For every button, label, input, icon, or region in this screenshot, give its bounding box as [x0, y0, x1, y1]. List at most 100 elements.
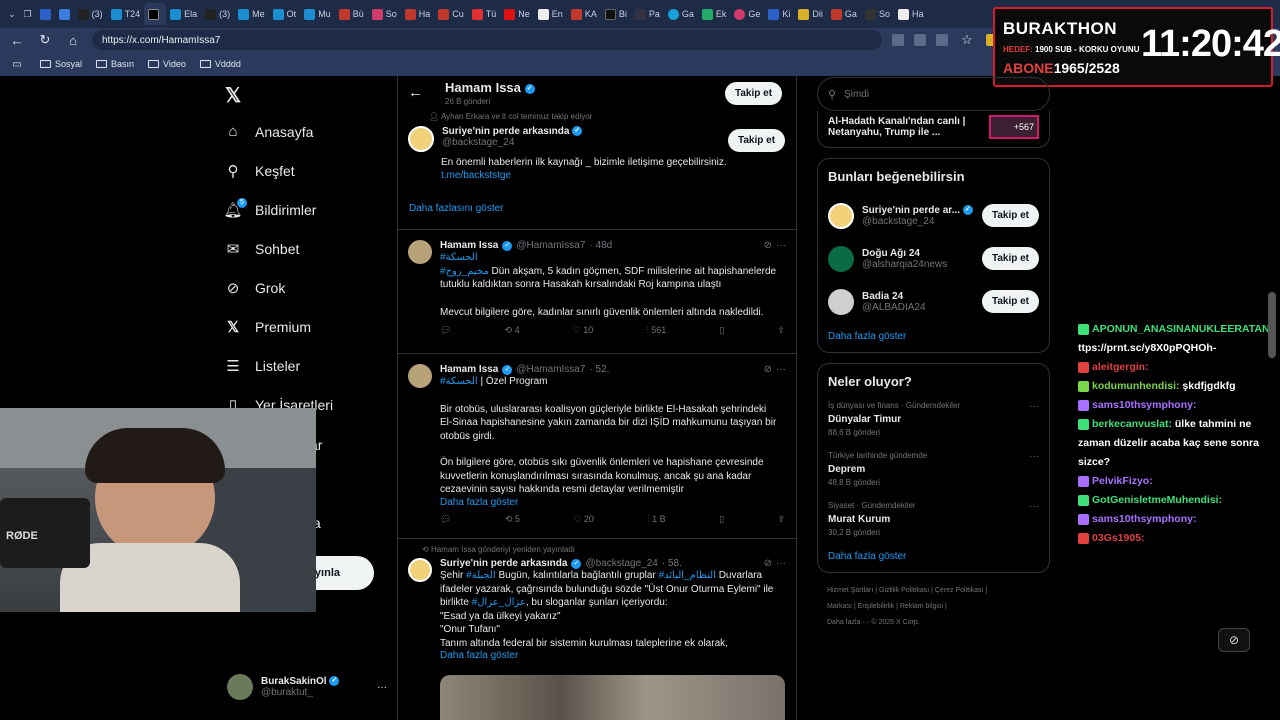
browser-tab[interactable]: KA — [567, 3, 601, 25]
chat-username[interactable]: sams10thsymphony: — [1092, 513, 1196, 525]
like-button[interactable]: ♡ 10 — [573, 325, 594, 336]
live-event[interactable]: Al-Hadath Kanalı'ndan canlı | Netanyahu,… — [817, 111, 1050, 148]
bookmark-star-icon[interactable]: ☆ — [958, 32, 976, 48]
browser-tab-active[interactable] — [144, 3, 167, 25]
nav-premium[interactable]: 𝕏 Premium — [225, 307, 395, 346]
account-switcher[interactable]: BurakSakinOl ✓ @buraktut_ ··· — [227, 672, 387, 702]
chat-username[interactable]: kodumunhendisi: — [1092, 380, 1180, 392]
views-button[interactable]: ⫶ 561 — [646, 325, 666, 336]
chat-username[interactable]: 03Gs1905: — [1092, 532, 1145, 544]
browser-tab[interactable]: Ha — [401, 3, 435, 25]
reply-button[interactable]: 💬︎ — [440, 325, 451, 336]
browser-tab[interactable]: (3) — [74, 3, 107, 25]
hashtag[interactable]: #مخيم_روج — [440, 266, 489, 277]
tweet[interactable]: Hamam Issa ✓ @HamamIssa7 · 52. ⊘ ··· #الح… — [398, 353, 796, 538]
footer-line[interactable]: Daha fazla ··· © 2025 X Corp. — [827, 615, 1040, 631]
tweet[interactable]: Hamam Issa ✓ @HamamIssa7 · 48d ⊘ ··· #الح… — [398, 229, 796, 353]
browser-tab[interactable]: Ela — [166, 3, 201, 25]
follow-button[interactable]: Takip et — [981, 247, 1039, 270]
follow-button[interactable]: Takip et — [981, 290, 1039, 313]
footer-line[interactable]: Markası | Erişilebilirlik | Reklam bilgi… — [827, 599, 1040, 615]
bookmark-icon[interactable]: ▯ — [719, 325, 724, 336]
nav-notifications[interactable]: 🔔︎ 5 Bildirimler — [223, 190, 395, 229]
browser-tab[interactable]: Me — [234, 3, 269, 25]
home-icon[interactable]: ⌂ — [64, 33, 82, 48]
browser-tab[interactable]: Ha — [894, 3, 928, 25]
hashtag[interactable]: #الجبلة — [466, 570, 496, 581]
browser-tab[interactable]: Ot — [269, 3, 301, 25]
nav-grok[interactable]: ⊘ Grok — [225, 268, 395, 307]
url-input[interactable]: https://x.com/HamamIssa7 — [92, 30, 882, 50]
browser-tab[interactable]: (3) — [201, 3, 234, 25]
translate-icon[interactable] — [914, 34, 926, 46]
retweet-button[interactable]: ⟲ 4 — [505, 325, 520, 336]
more-icon[interactable]: ··· — [776, 364, 786, 375]
browser-tab[interactable]: So — [861, 3, 894, 25]
more-icon[interactable]: ··· — [377, 682, 387, 693]
more-icon[interactable]: ··· — [776, 558, 786, 569]
sidebar-toggle-icon[interactable]: ▭ — [8, 59, 26, 70]
suggested-follow-button[interactable]: Takip et — [728, 129, 786, 152]
more-icon[interactable]: ··· — [1029, 451, 1039, 462]
search-box[interactable]: ⚲ Şimdi — [817, 77, 1050, 111]
tweet[interactable]: ⟲ Hamam Issa gönderiyi yeniden yayınladı… — [398, 538, 796, 720]
hashtag[interactable]: #النظام_البائد — [659, 570, 716, 581]
footer-line[interactable]: Hizmet Şartları | Gizlilik Politikası | … — [827, 583, 1040, 599]
reader-icon[interactable] — [936, 34, 948, 46]
show-more-link[interactable]: Daha fazla göster — [440, 497, 786, 508]
suggestion-row[interactable]: Suriye'nin perde ar... ✓ @backstage_24 T… — [828, 194, 1039, 237]
x-logo[interactable]: 𝕏 — [225, 78, 395, 112]
back-arrow-icon[interactable]: ← — [408, 84, 423, 101]
suggestion-row[interactable]: Badia 24 @ALBADIA24 Takip et — [828, 280, 1039, 323]
bookmark-folder[interactable]: Sosyal — [40, 59, 82, 69]
browser-tab[interactable]: Ek — [698, 3, 731, 25]
chat-username[interactable]: sams10thsymphony: — [1092, 399, 1196, 411]
browser-tab[interactable]: Pa — [631, 3, 664, 25]
browser-tab[interactable]: Bü — [335, 3, 368, 25]
follow-button[interactable]: Takip et — [725, 82, 783, 105]
back-icon[interactable]: ← — [8, 33, 26, 48]
browser-tab[interactable]: Tü — [468, 3, 501, 25]
browser-tab[interactable]: Ga — [827, 3, 861, 25]
follow-button[interactable]: Takip et — [981, 204, 1039, 227]
more-icon[interactable]: ··· — [1029, 501, 1039, 512]
browser-tab[interactable]: Ne — [500, 3, 534, 25]
browser-tab[interactable]: Mu — [300, 3, 335, 25]
show-more-link[interactable]: Daha fazla göster — [440, 650, 786, 661]
hashtag[interactable]: #عزال_عزال — [472, 597, 526, 608]
browser-tab[interactable]: Ki — [764, 3, 794, 25]
tab-list-button[interactable]: ⌄ — [4, 3, 20, 25]
bookmark-folder[interactable]: Vdddd — [199, 59, 241, 69]
show-more-link[interactable]: Daha fazla göster — [828, 551, 1039, 562]
browser-tab[interactable]: En — [534, 3, 567, 25]
suggested-link[interactable]: t.me/backststge — [441, 170, 511, 181]
browser-tab[interactable]: Cu — [434, 3, 468, 25]
chat-username[interactable]: berkecanvuslat: — [1092, 418, 1172, 430]
browser-tab[interactable]: T24 — [107, 3, 145, 25]
reply-button[interactable]: 💬︎ — [440, 514, 451, 525]
browser-tab[interactable]: Ge — [730, 3, 764, 25]
workspaces-icon[interactable]: ❐ — [20, 3, 36, 25]
nav-home[interactable]: ⌂ Anasayfa — [225, 112, 395, 151]
trend-item[interactable]: Siyaset · Gündemdekiler ··· Murat Kurum 3… — [828, 501, 1039, 537]
browser-tab[interactable] — [36, 3, 55, 25]
nav-explore[interactable]: ⚲ Keşfet — [225, 151, 395, 190]
nav-lists[interactable]: ☰ Listeler — [225, 346, 395, 385]
tweet-image[interactable] — [440, 675, 785, 720]
page-scrollbar[interactable] — [1268, 292, 1276, 358]
grok-icon[interactable]: ⊘ — [764, 364, 772, 375]
chat-username[interactable]: PelvikFizyo: — [1092, 475, 1153, 487]
more-icon[interactable]: ··· — [1029, 401, 1039, 412]
hashtag[interactable]: #الحسكة — [440, 376, 478, 387]
hashtag[interactable]: #الحسكة — [440, 251, 786, 265]
browser-tab[interactable]: So — [368, 3, 401, 25]
show-more-link[interactable]: Daha fazla göster — [828, 331, 1039, 342]
grok-icon[interactable]: ⊘ — [764, 558, 772, 569]
bookmark-folder[interactable]: Basın — [96, 59, 134, 69]
chat-username[interactable]: GotGenisletmeMuhendisi: — [1092, 494, 1222, 506]
share-icon[interactable]: ⇪ — [777, 514, 785, 525]
trend-item[interactable]: İş dünyası ve finans · Gündemdekiler ··· … — [828, 401, 1039, 437]
browser-tab[interactable] — [55, 3, 74, 25]
nav-messages[interactable]: ✉ Sohbet — [225, 229, 395, 268]
browser-tab[interactable]: Dii — [794, 3, 827, 25]
